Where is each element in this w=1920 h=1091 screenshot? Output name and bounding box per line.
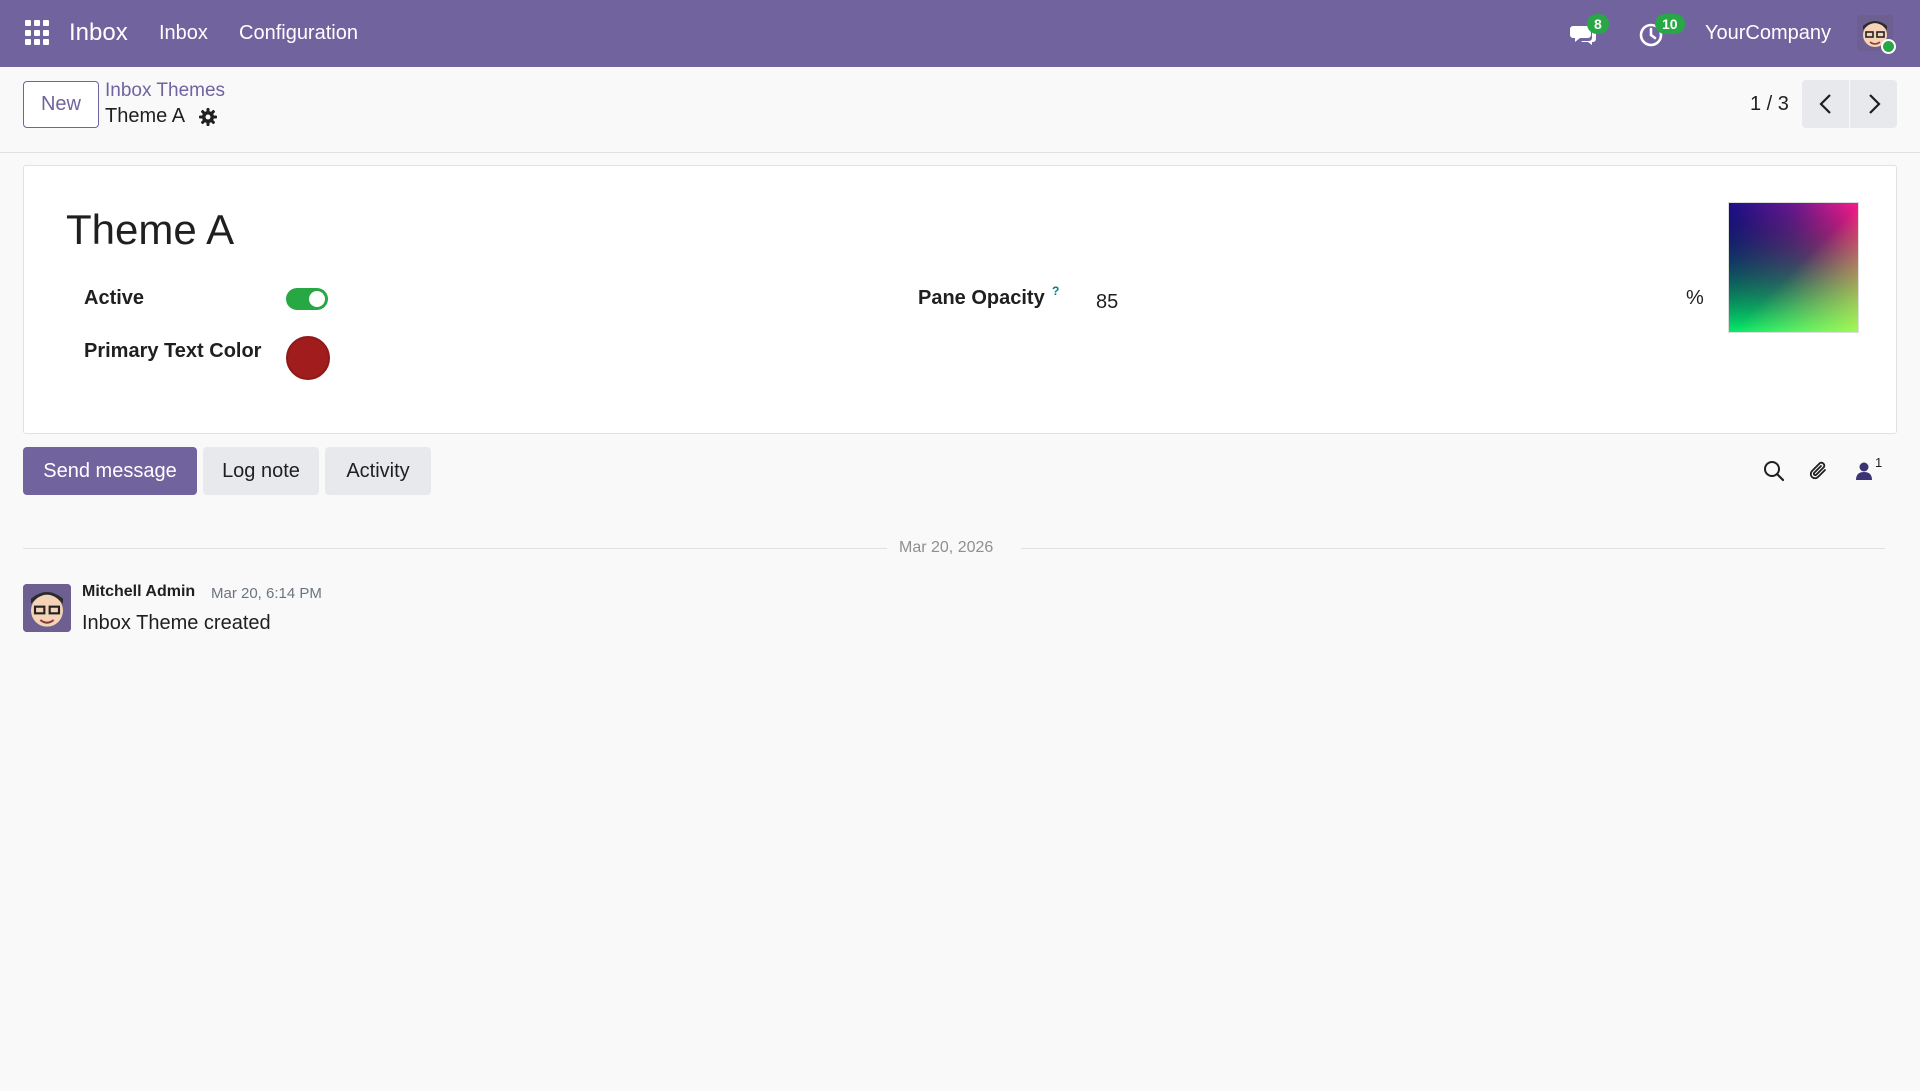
messages-badge: 8 [1587, 14, 1609, 34]
followers-icon[interactable] [1852, 459, 1876, 483]
pane-opacity-input[interactable]: 85 [1096, 291, 1496, 319]
messaging-icon[interactable]: 8 [1570, 14, 1609, 48]
chevron-right-icon [1868, 94, 1881, 114]
message-author[interactable]: Mitchell Admin [82, 583, 195, 601]
top-navbar: Inbox Inbox Configuration 8 10 YourCompa… [0, 0, 1920, 67]
company-switcher[interactable]: YourCompany [1705, 22, 1831, 45]
send-message-button[interactable]: Send message [23, 447, 197, 495]
pane-opacity-label: Pane Opacity [918, 287, 1045, 309]
new-button[interactable]: New [23, 81, 99, 128]
log-note-button[interactable]: Log note [203, 447, 319, 495]
chevron-left-icon [1818, 94, 1831, 114]
activities-badge: 10 [1655, 14, 1685, 34]
menu-configuration[interactable]: Configuration [239, 22, 358, 45]
gear-icon[interactable] [198, 107, 218, 127]
paperclip-icon[interactable] [1807, 459, 1831, 483]
breadcrumb-current: Theme A [105, 105, 186, 127]
breadcrumb-parent[interactable]: Inbox Themes [105, 80, 225, 102]
date-separator-label: Mar 20, 2026 [899, 539, 994, 556]
activity-clock-icon[interactable]: 10 [1638, 14, 1685, 48]
active-toggle[interactable] [286, 288, 328, 310]
pager-next-button[interactable] [1850, 80, 1897, 128]
message-date: Mar 20, 6:14 PM [211, 585, 322, 602]
followers-count: 1 [1875, 455, 1883, 470]
pane-opacity-unit: % [1686, 287, 1704, 309]
online-status-dot [1881, 39, 1896, 54]
app-grid-icon[interactable] [25, 20, 51, 46]
pager-previous-button[interactable] [1802, 80, 1849, 128]
primary-text-color-label: Primary Text Color [84, 340, 262, 362]
theme-preview-image[interactable] [1728, 202, 1859, 333]
app-brand[interactable]: Inbox [69, 19, 128, 47]
record-title[interactable]: Theme A [66, 206, 234, 254]
primary-text-color-swatch[interactable] [286, 336, 330, 380]
activity-button[interactable]: Activity [325, 447, 431, 495]
control-panel: New Inbox Themes Theme A 1 / 3 [0, 67, 1920, 153]
form-sheet: Theme A Active Primary Text Color Pane O… [23, 165, 1897, 434]
date-separator: Mar 20, 2026 [23, 537, 1885, 559]
search-icon[interactable] [1762, 459, 1786, 483]
message-author-avatar[interactable] [23, 584, 71, 632]
pane-opacity-help-icon[interactable]: ? [1052, 284, 1059, 298]
pager-value[interactable]: 1 / 3 [1750, 93, 1789, 116]
active-label: Active [84, 287, 145, 309]
menu-inbox[interactable]: Inbox [159, 22, 208, 45]
message-body: Inbox Theme created [82, 612, 271, 634]
